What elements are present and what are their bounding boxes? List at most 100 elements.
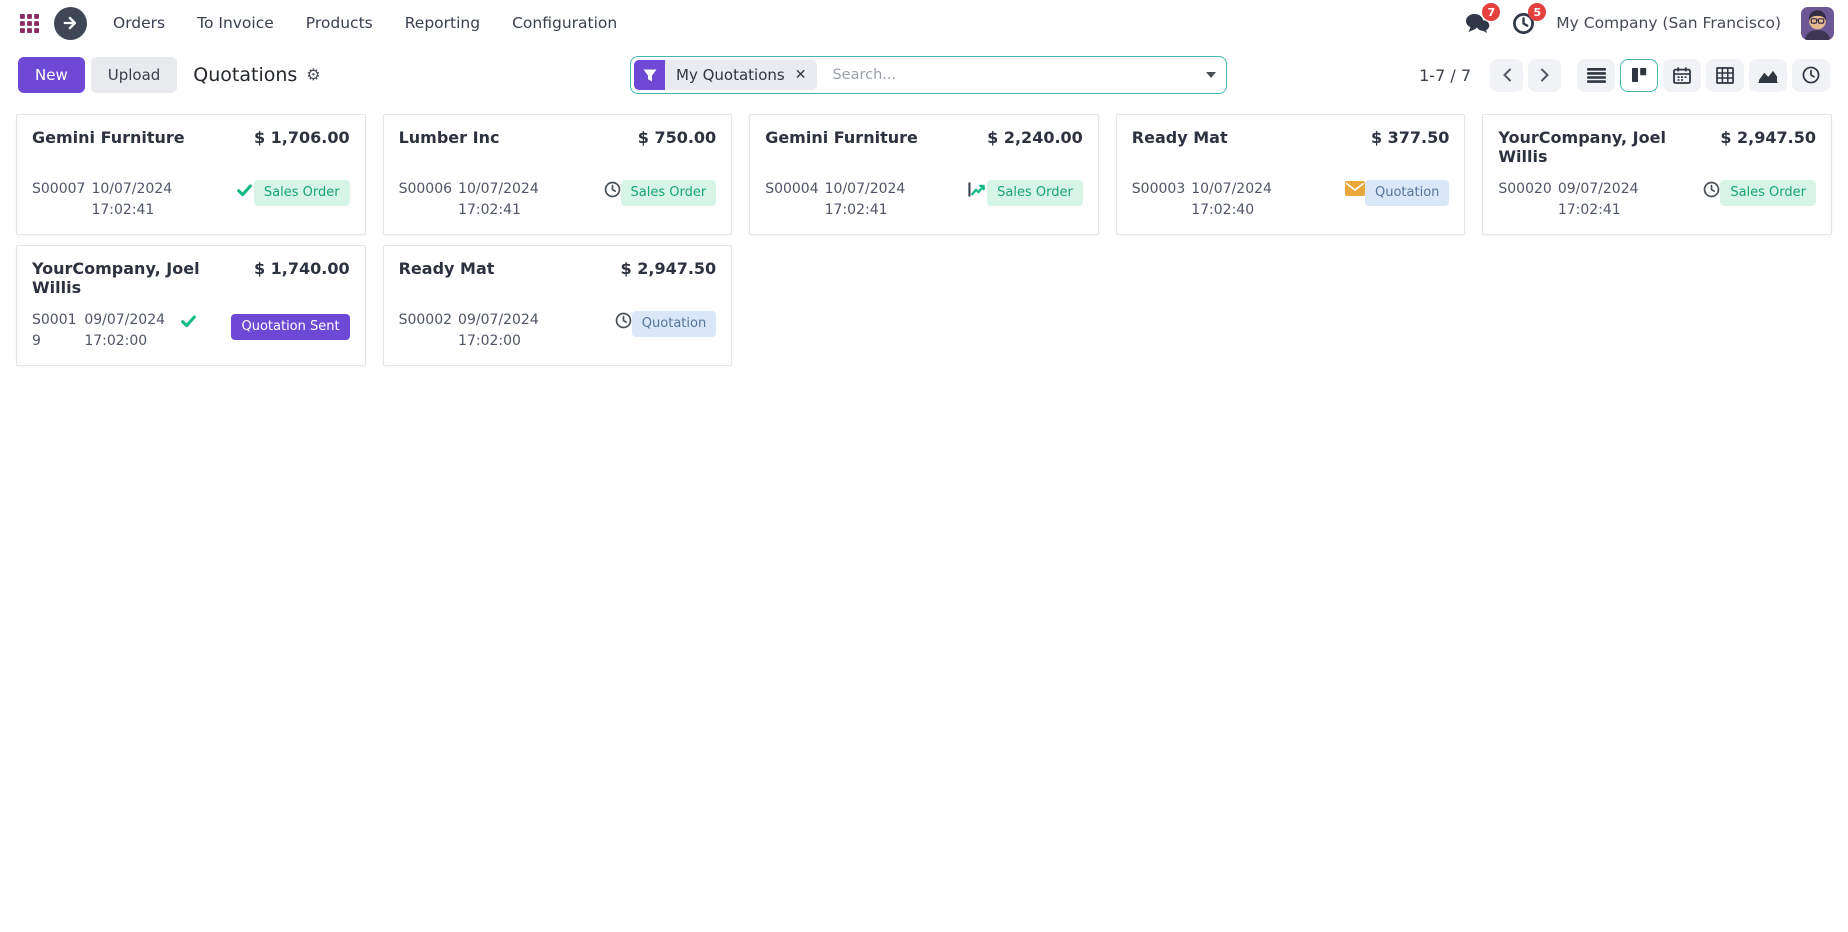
search-input[interactable] (832, 67, 1206, 83)
nav-item-reporting[interactable]: Reporting (405, 14, 480, 32)
card-header: Ready Mat $ 2,947.50 (399, 259, 717, 278)
order-datetime: 09/07/2024 17:02:00 (458, 312, 539, 349)
control-panel: New Upload Quotations ⚙ My Quotations ✕ … (0, 46, 1848, 104)
status-badge: Quotation (631, 311, 717, 337)
quotation-card[interactable]: Lumber Inc $ 750.00 S00006 10/07/2024 17… (382, 114, 733, 235)
amount-total: $ 377.50 (1370, 128, 1450, 147)
order-reference: S00002 (398, 312, 453, 328)
order-datetime: 09/07/2024 17:02:41 (1557, 181, 1639, 218)
amount-total: $ 2,947.50 (1720, 128, 1816, 147)
sales-app-icon[interactable] (54, 6, 87, 40)
nav-right: 7 5 My Company (San Francisco) (1464, 3, 1834, 40)
amount-total: $ 2,947.50 (620, 259, 717, 278)
quotation-card[interactable]: Ready Mat $ 2,947.50 S00002 09/07/2024 1… (382, 245, 733, 366)
company-name[interactable]: My Company (San Francisco) (1556, 14, 1781, 32)
order-datetime: 10/07/2024 17:02:41 (91, 181, 173, 218)
quotation-card[interactable]: Gemini Furniture $ 1,706.00 S00007 10/07… (16, 114, 366, 235)
status-badge: Sales Order (620, 180, 717, 206)
card-footer: S00006 10/07/2024 17:02:41 Sales Order (399, 179, 717, 221)
card-header: Gemini Furniture $ 2,240.00 (765, 128, 1083, 147)
kanban-board: Gemini Furniture $ 1,706.00 S00007 10/07… (0, 104, 1848, 376)
card-header: YourCompany, Joel Willis $ 2,947.50 (1498, 128, 1816, 166)
search-dropdown-caret-icon[interactable] (1206, 72, 1216, 78)
card-footer: S00004 10/07/2024 17:02:41 Sales Order (765, 179, 1083, 221)
order-reference: S00003 (1131, 181, 1186, 197)
amount-total: $ 2,240.00 (987, 128, 1083, 147)
reference-datetime: S00003 10/07/2024 17:02:40 (1132, 179, 1336, 221)
card-footer: S00019 09/07/2024 17:02:00 Quotation Sen… (32, 310, 350, 352)
activities-count-badge: 5 (1528, 3, 1547, 21)
status-badge: Quotation Sent (231, 314, 350, 340)
order-reference: S00019 (32, 312, 77, 349)
upload-button[interactable]: Upload (90, 57, 178, 93)
customer-name: Ready Mat (398, 259, 495, 278)
clock-icon[interactable] (604, 181, 621, 198)
nav-menu: Orders To Invoice Products Reporting Configu… (113, 14, 617, 32)
filter-funnel-icon[interactable] (634, 60, 665, 90)
reference-datetime: S00002 09/07/2024 17:02:00 (399, 310, 606, 352)
quotation-card[interactable]: Ready Mat $ 377.50 S00003 10/07/2024 17:… (1115, 114, 1466, 235)
status-badge: Sales Order (987, 180, 1083, 206)
view-switcher (1577, 58, 1830, 92)
status-badge: Quotation (1365, 180, 1450, 206)
control-panel-right: 1-7 / 7 (1419, 58, 1830, 92)
order-datetime: 10/07/2024 17:02:40 (1191, 181, 1272, 218)
reference-datetime: S00004 10/07/2024 17:02:41 (765, 179, 958, 221)
filter-facet-body: My Quotations ✕ (665, 60, 818, 90)
pager-next-button[interactable] (1528, 58, 1561, 92)
activity-view-button[interactable] (1792, 58, 1830, 92)
nav-item-configuration[interactable]: Configuration (512, 14, 617, 32)
page-title-wrap: Quotations ⚙ (193, 64, 320, 86)
new-button[interactable]: New (18, 57, 85, 93)
quotation-card[interactable]: Gemini Furniture $ 2,240.00 S00004 10/07… (749, 114, 1099, 235)
reference-datetime: S00007 10/07/2024 17:02:41 (32, 179, 226, 221)
quotation-card[interactable]: YourCompany, Joel Willis $ 2,947.50 S000… (1482, 114, 1832, 235)
order-reference: S00020 (1498, 181, 1552, 197)
order-reference: S00004 (765, 181, 819, 197)
card-footer: S00003 10/07/2024 17:02:40 Quotation (1132, 179, 1450, 221)
messages-count-badge: 7 (1482, 3, 1501, 21)
amount-total: $ 1,740.00 (253, 259, 350, 278)
trend-icon[interactable] (967, 181, 987, 198)
status-badge: Sales Order (253, 180, 350, 206)
customer-name: YourCompany, Joel Willis (1498, 128, 1666, 166)
gear-icon[interactable]: ⚙ (306, 67, 320, 83)
amount-total: $ 1,706.00 (253, 128, 350, 147)
order-reference: S00006 (398, 181, 453, 197)
order-reference: S00007 (32, 181, 86, 197)
clock-icon[interactable] (615, 312, 632, 329)
messages-icon[interactable]: 7 (1464, 3, 1501, 36)
filter-remove-icon[interactable]: ✕ (795, 68, 807, 82)
card-footer: S00007 10/07/2024 17:02:41 Sales Order (32, 179, 350, 221)
user-avatar[interactable] (1801, 6, 1834, 40)
customer-name: Lumber Inc (398, 128, 500, 147)
quotation-card[interactable]: YourCompany, Joel Willis $ 1,740.00 S000… (16, 245, 366, 366)
reference-datetime: S00006 10/07/2024 17:02:41 (399, 179, 595, 221)
graph-view-button[interactable] (1749, 58, 1787, 92)
customer-name: Gemini Furniture (765, 128, 918, 147)
pager-previous-button[interactable] (1490, 58, 1523, 92)
clock-icon[interactable] (1703, 181, 1720, 198)
nav-item-orders[interactable]: Orders (113, 14, 165, 32)
check-icon[interactable] (179, 312, 198, 330)
kanban-view-button[interactable] (1620, 58, 1658, 92)
search-bar[interactable]: My Quotations ✕ (630, 56, 1227, 94)
card-footer: S00020 09/07/2024 17:02:41 Sales Order (1498, 179, 1816, 221)
check-icon[interactable] (235, 181, 254, 199)
pivot-view-button[interactable] (1706, 58, 1744, 92)
calendar-view-button[interactable] (1663, 58, 1701, 92)
activities-clock-icon[interactable]: 5 (1510, 3, 1547, 36)
customer-name: Ready Mat (1131, 128, 1228, 147)
page-title: Quotations (193, 64, 298, 86)
card-footer: S00002 09/07/2024 17:02:00 Quotation (399, 310, 717, 352)
amount-total: $ 750.00 (637, 128, 717, 147)
envelope-icon[interactable] (1345, 181, 1365, 196)
card-header: Gemini Furniture $ 1,706.00 (32, 128, 350, 147)
list-view-button[interactable] (1577, 58, 1615, 92)
order-datetime: 09/07/2024 17:02:00 (84, 312, 166, 349)
filter-facet: My Quotations ✕ (634, 60, 818, 90)
nav-item-products[interactable]: Products (306, 14, 373, 32)
reference-datetime: S00020 09/07/2024 17:02:41 (1498, 179, 1694, 221)
nav-item-to-invoice[interactable]: To Invoice (197, 14, 274, 32)
apps-grid-icon[interactable] (14, 8, 44, 38)
